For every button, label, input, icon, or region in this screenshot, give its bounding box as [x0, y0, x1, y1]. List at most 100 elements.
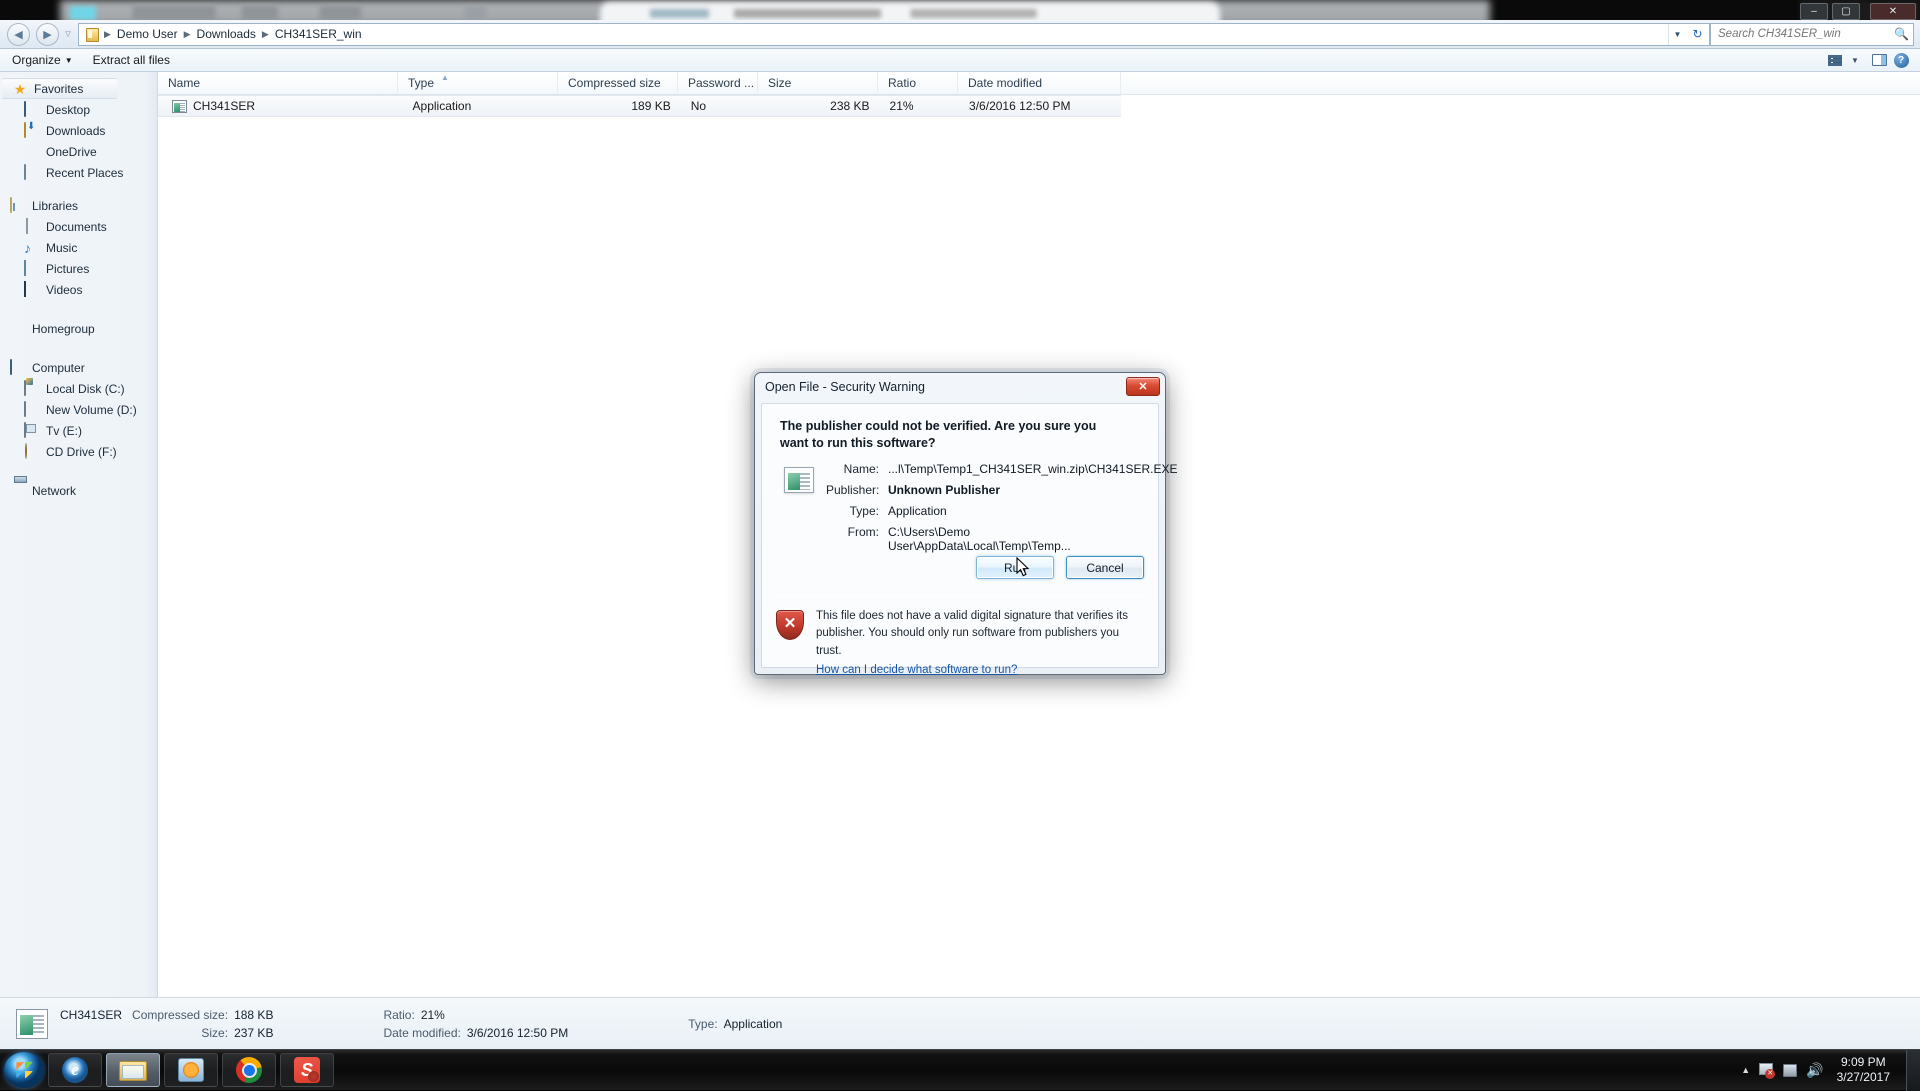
- status-size-label: Size:: [201, 1026, 228, 1040]
- status-compressed-size-label: Compressed size:: [132, 1008, 228, 1022]
- status-date-modified-label: Date modified:: [383, 1026, 460, 1040]
- sidebar-item-tv-e[interactable]: Tv (E:): [0, 420, 157, 441]
- table-row[interactable]: CH341SER Application 189 KB No 238 KB 21…: [158, 95, 1121, 117]
- breadcrumb-separator-2: ▶: [261, 29, 270, 40]
- preview-pane-button[interactable]: [1868, 51, 1890, 70]
- column-header-password[interactable]: Password ...: [678, 72, 758, 95]
- disk-icon: [24, 422, 26, 438]
- search-icon: 🔍: [1894, 27, 1909, 41]
- sidebar-label-desktop: Desktop: [46, 103, 90, 117]
- breadcrumb-item-demo-user[interactable]: Demo User: [112, 26, 183, 42]
- cell-compressed-size: 189 KB: [561, 95, 680, 117]
- column-header-row: Name Type Compressed size Password ... S…: [158, 72, 1920, 95]
- search-input[interactable]: [1718, 28, 1894, 40]
- column-header-date-modified[interactable]: Date modified: [958, 72, 1121, 95]
- column-label-compressed-size: Compressed size: [568, 76, 661, 90]
- clock-date: 3/27/2017: [1837, 1070, 1890, 1085]
- sidebar-item-onedrive[interactable]: OneDrive: [0, 141, 157, 162]
- back-arrow-icon: ◀: [14, 28, 22, 41]
- taskbar-item-windows-explorer[interactable]: [106, 1053, 160, 1087]
- clock[interactable]: 9:09 PM 3/27/2017: [1833, 1055, 1900, 1085]
- clock-time: 9:09 PM: [1837, 1055, 1890, 1070]
- breadcrumb-item-downloads[interactable]: Downloads: [192, 26, 261, 42]
- network-icon[interactable]: [1783, 1064, 1797, 1077]
- sidebar-item-network[interactable]: Network: [0, 480, 157, 501]
- close-icon: ✕: [1889, 7, 1897, 17]
- show-hidden-icons-button[interactable]: ▲: [1741, 1066, 1750, 1075]
- column-label-type: Type: [408, 76, 434, 90]
- sidebar-item-local-disk-c[interactable]: Local Disk (C:): [0, 378, 157, 399]
- internet-explorer-icon: e: [62, 1057, 88, 1083]
- column-label-name: Name: [168, 76, 200, 90]
- file-list-pane: Name Type Compressed size Password ... S…: [158, 72, 1920, 997]
- disk-icon: [24, 401, 26, 417]
- minimize-button[interactable]: –: [1800, 3, 1828, 20]
- sidebar-item-new-volume-d[interactable]: New Volume (D:): [0, 399, 157, 420]
- organize-button[interactable]: Organize ▼: [4, 51, 81, 69]
- cell-name: CH341SER: [193, 95, 403, 117]
- cell-type: Application: [403, 95, 562, 117]
- view-dropdown-button[interactable]: ▼: [1846, 51, 1868, 70]
- volume-icon[interactable]: 🔊: [1806, 1063, 1823, 1077]
- column-header-compressed-size[interactable]: Compressed size: [558, 72, 678, 95]
- organize-label: Organize: [12, 53, 61, 67]
- sidebar-item-libraries[interactable]: Libraries: [0, 195, 157, 216]
- monitor-icon: [24, 101, 26, 117]
- sidebar-item-recent-places[interactable]: Recent Places: [0, 162, 157, 183]
- taskbar-item-google-chrome[interactable]: [222, 1053, 276, 1087]
- sidebar-item-cd-drive-f[interactable]: CD Drive (F:): [0, 441, 157, 462]
- sidebar-item-videos[interactable]: Videos: [0, 279, 157, 300]
- minimize-icon: –: [1811, 7, 1817, 17]
- show-desktop-button[interactable]: [1906, 1050, 1920, 1091]
- sidebar-item-music[interactable]: ♪ Music: [0, 237, 157, 258]
- application-file-icon: [172, 100, 187, 113]
- navigation-pane: ★ Favorites Desktop Downloads OneDrive: [0, 72, 158, 997]
- taskbar-item-sublime-text[interactable]: S: [280, 1053, 334, 1087]
- column-header-type[interactable]: Type: [398, 72, 558, 95]
- taskbar-item-windows-media-player[interactable]: [164, 1053, 218, 1087]
- start-button[interactable]: [4, 1052, 44, 1088]
- refresh-button[interactable]: ↻: [1686, 23, 1710, 46]
- library-icon: [10, 197, 12, 213]
- column-label-size: Size: [768, 76, 791, 90]
- breadcrumb-item-ch341ser-win[interactable]: CH341SER_win: [270, 26, 367, 42]
- taskbar-item-internet-explorer[interactable]: e: [48, 1053, 102, 1087]
- recent-places-icon: [24, 164, 26, 180]
- nav-group-favorites: ★ Favorites Desktop Downloads OneDrive: [0, 78, 157, 183]
- sidebar-item-desktop[interactable]: Desktop: [0, 99, 157, 120]
- sidebar-item-documents[interactable]: Documents: [0, 216, 157, 237]
- forward-button[interactable]: ▶: [36, 23, 59, 46]
- cell-password: No: [681, 95, 761, 117]
- breadcrumb[interactable]: ▶ Demo User ▶ Downloads ▶ CH341SER_win ▼: [78, 23, 1686, 46]
- extract-all-files-button[interactable]: Extract all files: [85, 51, 178, 69]
- sidebar-item-homegroup[interactable]: Homegroup: [0, 318, 157, 339]
- media-player-icon: [178, 1058, 204, 1082]
- nav-group-libraries: Libraries Documents ♪ Music Pictures Vid…: [0, 195, 157, 300]
- application-file-icon: [16, 1009, 48, 1039]
- column-header-name[interactable]: Name: [158, 72, 398, 95]
- action-center-flag-icon[interactable]: [1759, 1063, 1774, 1077]
- column-label-ratio: Ratio: [888, 76, 916, 90]
- close-button[interactable]: ✕: [1870, 3, 1916, 20]
- help-button[interactable]: ?: [1890, 51, 1912, 70]
- cell-date-modified: 3/6/2016 12:50 PM: [959, 95, 1121, 117]
- sidebar-item-pictures[interactable]: Pictures: [0, 258, 157, 279]
- column-header-size[interactable]: Size: [758, 72, 878, 95]
- history-dropdown-button[interactable]: ▽: [62, 30, 74, 38]
- breadcrumb-separator-0: ▶: [103, 29, 112, 40]
- back-button[interactable]: ◀: [7, 23, 30, 46]
- maximize-button[interactable]: ▢: [1832, 3, 1860, 20]
- search-box[interactable]: 🔍: [1710, 23, 1914, 46]
- sidebar-item-computer[interactable]: Computer: [0, 357, 157, 378]
- chrome-icon: [236, 1057, 262, 1083]
- refresh-icon: ↻: [1692, 27, 1702, 41]
- sidebar-item-downloads[interactable]: Downloads: [0, 120, 157, 141]
- picture-icon: [24, 260, 26, 276]
- address-dropdown-icon[interactable]: ▼: [1668, 24, 1686, 45]
- cell-size: 238 KB: [760, 95, 879, 117]
- change-view-button[interactable]: [1824, 51, 1846, 70]
- column-header-ratio[interactable]: Ratio: [878, 72, 958, 95]
- forward-arrow-icon: ▶: [43, 28, 51, 41]
- video-icon: [24, 281, 26, 297]
- sidebar-item-favorites[interactable]: ★ Favorites: [2, 78, 117, 99]
